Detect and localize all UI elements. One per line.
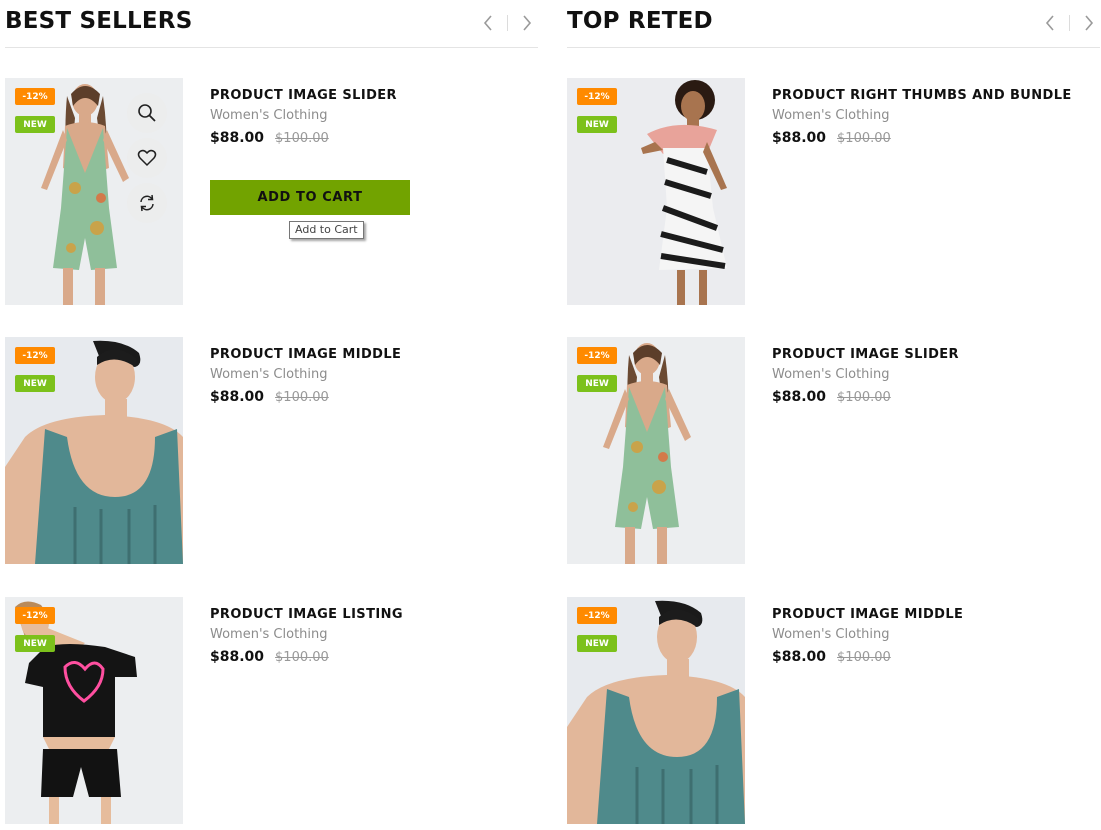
old-price: $100.00 [837, 131, 891, 146]
product-info: PRODUCT IMAGE LISTING Women's Clothing $… [210, 607, 530, 665]
product-image[interactable]: -12% NEW [567, 337, 745, 564]
product-card: -12% NEW PRODUCT IMAGE SLIDER Women's Cl… [567, 337, 1100, 565]
product-info: PRODUCT IMAGE SLIDER Women's Clothing $8… [772, 347, 1092, 405]
new-badge: NEW [15, 375, 55, 392]
chevron-left-icon [483, 15, 492, 31]
product-card: -12% NEW PRODUCT RIGHT THUMBS AND BUNDLE… [567, 78, 1100, 306]
old-price: $100.00 [837, 650, 891, 665]
quick-view-button[interactable] [127, 93, 167, 133]
product-card: -12% NEW PRODUCT IMAGE SLIDER Women's Cl… [5, 78, 538, 306]
sale-badge: -12% [15, 88, 55, 105]
wishlist-button[interactable] [127, 138, 167, 178]
model-print-dress-image [567, 78, 745, 305]
model-floral-romper-image [567, 337, 745, 564]
best-sellers-prev-button[interactable] [477, 12, 499, 34]
new-badge: NEW [577, 116, 617, 133]
product-card: -12% NEW PRODUCT IMAGE MIDDLE Women's Cl… [567, 597, 1100, 825]
old-price: $100.00 [275, 131, 329, 146]
model-black-tee-shorts-image [5, 597, 183, 824]
product-price: $88.00 $100.00 [772, 389, 1092, 405]
product-price: $88.00 $100.00 [210, 389, 530, 405]
current-price: $88.00 [210, 389, 265, 405]
model-man-tank-top-image [567, 597, 745, 824]
top-rated-prev-button[interactable] [1039, 12, 1061, 34]
new-badge: NEW [577, 375, 617, 392]
product-name[interactable]: PRODUCT IMAGE LISTING [210, 607, 530, 622]
sale-badge: -12% [15, 347, 55, 364]
top-rated-nav [1039, 12, 1100, 34]
sale-badge: -12% [577, 347, 617, 364]
chevron-left-icon [1045, 15, 1054, 31]
product-price: $88.00 $100.00 [210, 649, 530, 665]
top-rated-title: TOP RETED [567, 8, 713, 34]
compare-button[interactable] [127, 183, 167, 223]
product-info: PRODUCT IMAGE MIDDLE Women's Clothing $8… [772, 607, 1092, 665]
top-rated-header: TOP RETED [567, 0, 1100, 48]
best-sellers-title: BEST SELLERS [5, 8, 193, 34]
product-category[interactable]: Women's Clothing [772, 108, 1092, 123]
product-info: PRODUCT RIGHT THUMBS AND BUNDLE Women's … [772, 88, 1092, 146]
add-to-cart-tooltip: Add to Cart [289, 221, 364, 239]
product-name[interactable]: PRODUCT IMAGE MIDDLE [772, 607, 1092, 622]
nav-separator [1069, 15, 1070, 31]
current-price: $88.00 [772, 389, 827, 405]
product-image[interactable]: -12% NEW [567, 78, 745, 305]
product-category[interactable]: Women's Clothing [772, 367, 1092, 382]
chevron-right-icon [1085, 15, 1094, 31]
new-badge: NEW [15, 635, 55, 652]
product-image[interactable]: -12% NEW [567, 597, 745, 824]
sale-badge: -12% [577, 607, 617, 624]
old-price: $100.00 [837, 390, 891, 405]
product-name[interactable]: PRODUCT IMAGE SLIDER [210, 88, 530, 103]
best-sellers-next-button[interactable] [516, 12, 538, 34]
old-price: $100.00 [275, 650, 329, 665]
search-icon [138, 104, 156, 122]
current-price: $88.00 [772, 130, 827, 146]
model-man-tank-top-image [5, 337, 183, 564]
product-category[interactable]: Women's Clothing [210, 367, 530, 382]
product-card: -12% NEW PRODUCT IMAGE MIDDLE Women's Cl… [5, 337, 538, 565]
product-name[interactable]: PRODUCT IMAGE MIDDLE [210, 347, 530, 362]
nav-separator [507, 15, 508, 31]
product-image[interactable]: -12% NEW [5, 78, 183, 305]
product-card: -12% NEW PRODUCT IMAGE LISTING Women's C… [5, 597, 538, 825]
product-image[interactable]: -12% NEW [5, 337, 183, 564]
best-sellers-nav [477, 12, 538, 34]
product-category[interactable]: Women's Clothing [210, 108, 530, 123]
add-to-cart-button[interactable]: ADD TO CART [210, 180, 410, 215]
old-price: $100.00 [275, 390, 329, 405]
best-sellers-section: BEST SELLERS -12% NEW PRODUCT IMAGE SLID… [5, 0, 538, 830]
sale-badge: -12% [15, 607, 55, 624]
product-category[interactable]: Women's Clothing [772, 627, 1092, 642]
product-price: $88.00 $100.00 [210, 130, 530, 146]
current-price: $88.00 [772, 649, 827, 665]
new-badge: NEW [15, 116, 55, 133]
product-category[interactable]: Women's Clothing [210, 627, 530, 642]
current-price: $88.00 [210, 649, 265, 665]
new-badge: NEW [577, 635, 617, 652]
product-name[interactable]: PRODUCT IMAGE SLIDER [772, 347, 1092, 362]
sale-badge: -12% [577, 88, 617, 105]
product-name[interactable]: PRODUCT RIGHT THUMBS AND BUNDLE [772, 88, 1092, 103]
compare-icon [140, 194, 154, 212]
chevron-right-icon [523, 15, 532, 31]
top-rated-section: TOP RETED -12% NEW PRODUCT RIGHT THUMBS … [567, 0, 1100, 830]
product-price: $88.00 $100.00 [772, 130, 1092, 146]
best-sellers-header: BEST SELLERS [5, 0, 538, 48]
heart-icon [137, 149, 157, 167]
product-price: $88.00 $100.00 [772, 649, 1092, 665]
product-image[interactable]: -12% NEW [5, 597, 183, 824]
top-rated-next-button[interactable] [1078, 12, 1100, 34]
product-info: PRODUCT IMAGE MIDDLE Women's Clothing $8… [210, 347, 530, 405]
product-info: PRODUCT IMAGE SLIDER Women's Clothing $8… [210, 88, 530, 146]
current-price: $88.00 [210, 130, 265, 146]
